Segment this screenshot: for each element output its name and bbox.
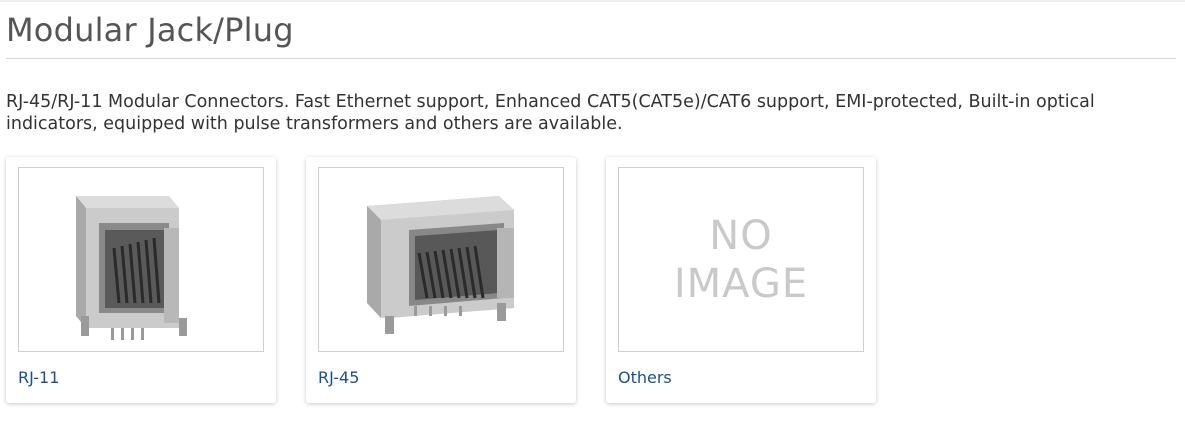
product-link-rj11[interactable]: RJ-11	[18, 368, 59, 387]
product-card-rj45[interactable]: RJ-45	[306, 157, 576, 403]
no-image-line-1: NO	[709, 212, 773, 259]
product-card-rj11[interactable]: RJ-11	[6, 157, 276, 403]
no-image-line-2: IMAGE	[673, 260, 809, 307]
title-divider	[6, 58, 1176, 59]
product-image-rj11[interactable]	[18, 167, 264, 352]
page-title: Modular Jack/Plug	[6, 11, 294, 49]
product-image-rj45[interactable]	[318, 167, 564, 352]
product-link-rj45[interactable]: RJ-45	[318, 368, 359, 387]
category-description: RJ-45/RJ-11 Modular Connectors. Fast Eth…	[6, 92, 1095, 134]
rj11-connector-image	[76, 196, 187, 340]
top-rule	[0, 0, 1185, 2]
product-link-others[interactable]: Others	[618, 368, 672, 387]
product-card-others[interactable]: NO IMAGE Others	[606, 157, 876, 403]
product-image-others[interactable]: NO IMAGE	[618, 167, 864, 352]
no-image-placeholder: NO IMAGE	[619, 168, 863, 351]
rj45-connector-image	[367, 196, 514, 334]
